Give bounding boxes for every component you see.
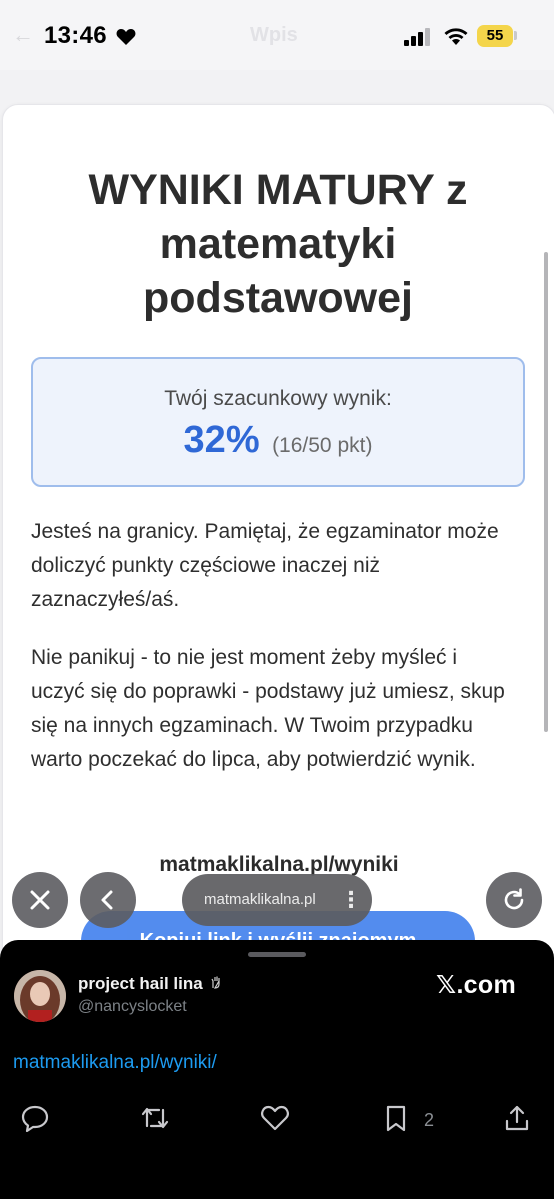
user-name[interactable]: project hail lina xyxy=(78,974,222,994)
x-logo[interactable]: 𝕏.com xyxy=(436,970,516,1000)
page-title: WYNIKI MATURY z matematyki podstawowej xyxy=(88,166,468,322)
battery-indicator: 55 xyxy=(477,25,513,47)
result-box: Twój szacunkowy wynik: 32% (16/50 pkt) xyxy=(31,357,525,487)
url-pill[interactable]: matmaklikalna.pl ⋮ xyxy=(182,874,372,926)
faint-back-arrow-icon: ← xyxy=(12,22,34,47)
scrollbar[interactable] xyxy=(544,252,548,732)
result-percent: 32% xyxy=(183,419,260,461)
more-options-icon[interactable]: ⋮ xyxy=(340,874,362,926)
like-icon[interactable] xyxy=(260,1104,290,1132)
hand-emoji-icon xyxy=(211,976,221,989)
tweet-link[interactable]: matmaklikalna.pl/wyniki/ xyxy=(13,1052,217,1074)
avatar[interactable] xyxy=(14,970,66,1022)
result-label: Twój szacunkowy wynik: xyxy=(164,387,392,410)
results-card: WYNIKI MATURY z matematyki podstawowej T… xyxy=(2,104,554,966)
reply-icon[interactable] xyxy=(20,1104,50,1132)
back-button[interactable] xyxy=(80,872,136,928)
signal-icon xyxy=(404,28,430,46)
close-button[interactable] xyxy=(12,872,68,928)
retweet-icon[interactable] xyxy=(139,1104,171,1132)
url-text: matmaklikalna.pl xyxy=(204,891,316,908)
result-paragraph-2: Nie panikuj - to nie jest moment żeby my… xyxy=(31,646,505,771)
sheet-grabber[interactable] xyxy=(248,952,306,957)
result-points: (16/50 pkt) xyxy=(272,434,373,457)
wifi-icon xyxy=(444,28,468,45)
tweet-panel: project hail lina @nancyslocket 𝕏.com ma… xyxy=(0,940,554,1199)
reload-icon xyxy=(504,888,524,910)
faint-page-title: Wpis xyxy=(250,24,298,46)
result-line: 32% (16/50 pkt) xyxy=(33,419,523,462)
share-icon[interactable] xyxy=(503,1104,531,1132)
battery-tip xyxy=(514,31,517,40)
status-bar: ← Wpis 13:46 55 xyxy=(0,0,554,70)
bookmark-icon[interactable] xyxy=(383,1104,409,1132)
user-name-text: project hail lina xyxy=(78,974,203,993)
back-icon xyxy=(101,890,113,910)
result-paragraph-1: Jesteś na granicy. Pamiętaj, że egzamina… xyxy=(31,520,499,611)
close-icon xyxy=(30,890,50,910)
reload-button[interactable] xyxy=(486,872,542,928)
user-handle[interactable]: @nancyslocket xyxy=(78,998,187,1016)
heart-icon xyxy=(116,29,136,45)
bookmark-count: 2 xyxy=(424,1110,435,1130)
status-time: 13:46 xyxy=(44,22,107,49)
